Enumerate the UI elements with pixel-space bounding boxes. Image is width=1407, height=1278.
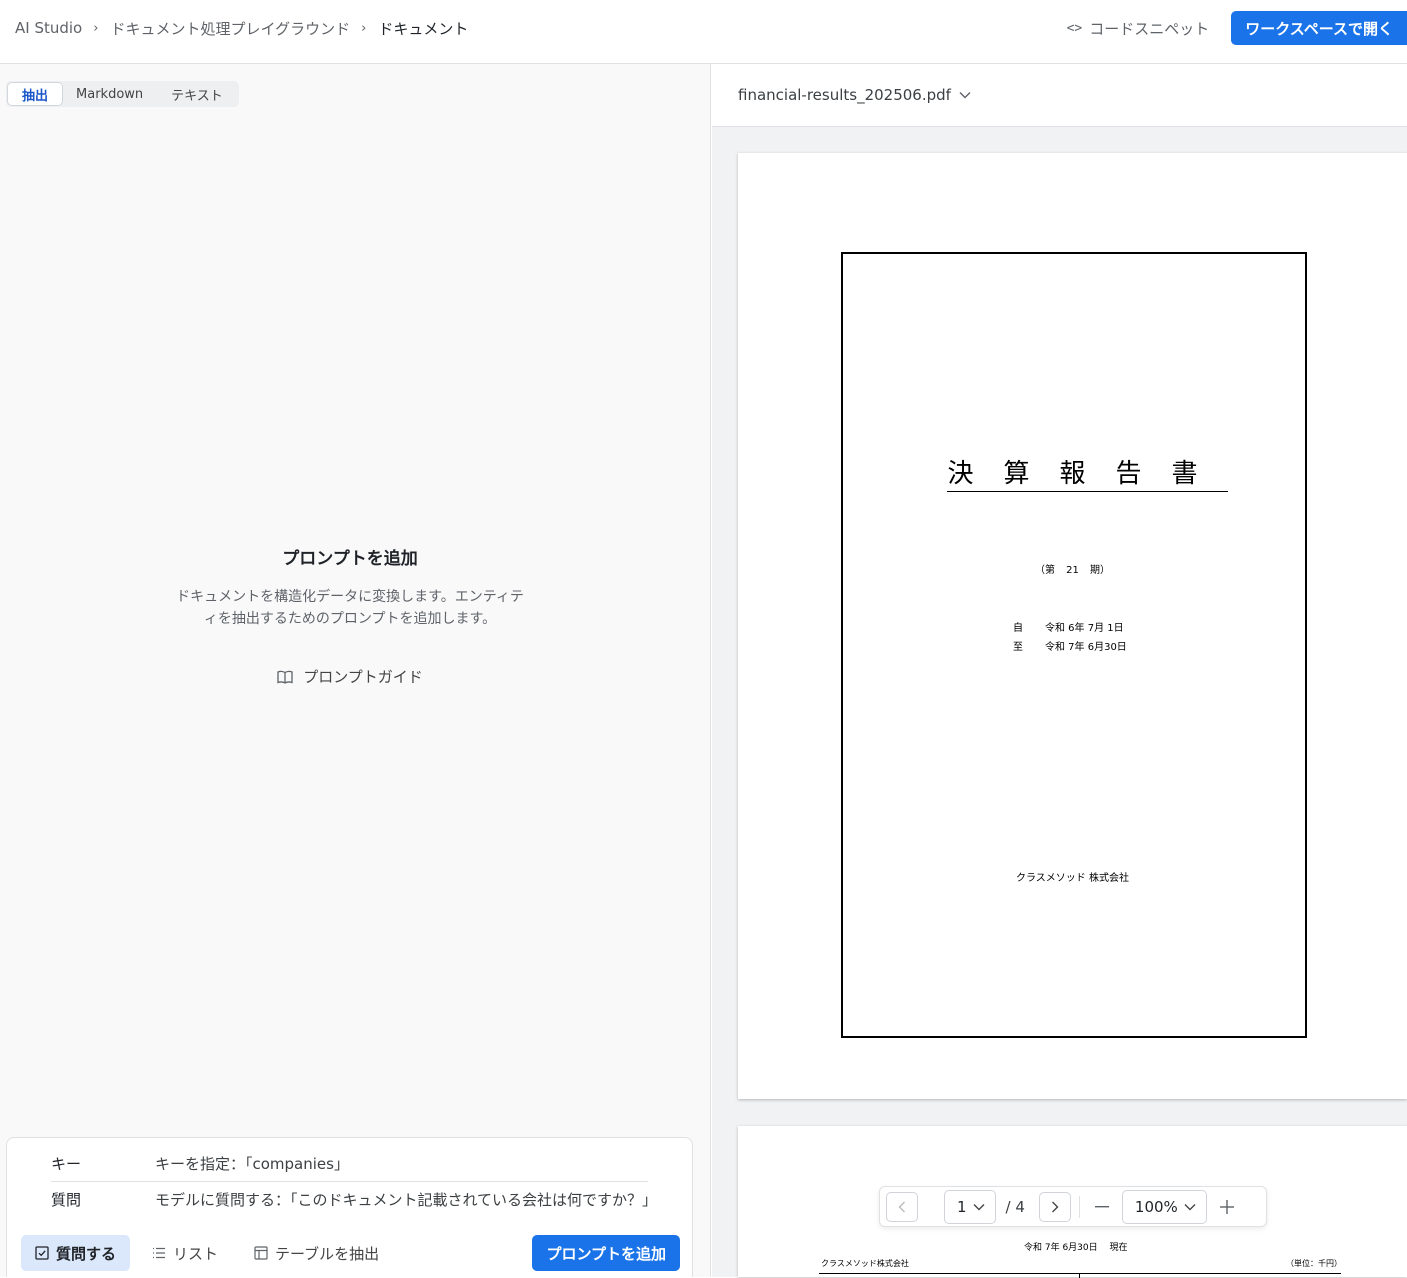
book-icon	[277, 670, 293, 684]
page-total: / 4	[1005, 1197, 1025, 1216]
checkbox-icon	[35, 1246, 49, 1260]
cover-company: クラスメソッド 株式会社	[1016, 873, 1129, 884]
chevron-right-icon: ›	[361, 20, 367, 36]
breadcrumb: AI Studio › ドキュメント処理プレイグラウンド › ドキュメント	[15, 0, 468, 56]
chevron-down-icon	[1184, 1203, 1196, 1210]
code-snippet-button[interactable]: <> コードスニペット	[1067, 18, 1210, 39]
list-icon	[153, 1247, 166, 1259]
question-label: 質問	[51, 1190, 82, 1209]
chevron-right-icon	[1051, 1201, 1059, 1212]
table-icon	[254, 1246, 268, 1260]
page2-table-top	[819, 1273, 1341, 1278]
code-icon: <>	[1066, 20, 1083, 36]
prompt-type-actions: 質問する リスト テーブルを抽出 プロンプトを追加	[21, 1235, 680, 1271]
breadcrumb-ai-studio[interactable]: AI Studio	[15, 19, 82, 37]
page2-unit: （単位：千円）	[1286, 1259, 1342, 1268]
file-selector[interactable]: financial-results_202506.pdf	[712, 64, 1407, 127]
breadcrumb-playground[interactable]: ドキュメント処理プレイグラウンド	[110, 18, 350, 39]
zoom-select[interactable]: 100%	[1121, 1189, 1207, 1224]
cover-period: （第 21 期）	[1034, 565, 1111, 576]
list-button[interactable]: リスト	[138, 1235, 232, 1271]
next-page-button[interactable]	[1038, 1191, 1071, 1222]
extraction-panel: 抽出 Markdown テキスト プロンプトを追加 ドキュメントを構造化データに…	[0, 64, 711, 1277]
code-snippet-label: コードスニペット	[1089, 19, 1210, 38]
minus-icon	[1094, 1205, 1109, 1207]
prompt-guide-label: プロンプトガイド	[303, 668, 423, 686]
cover-title: 決算報告書	[738, 453, 1407, 492]
page-controls: 1 / 4 100%	[879, 1186, 1267, 1227]
open-workspace-button[interactable]: ワークスペースで開く	[1231, 11, 1407, 45]
tab-extract[interactable]: 抽出	[8, 83, 63, 105]
add-prompt-button[interactable]: プロンプトを追加	[532, 1235, 680, 1271]
page2-date: 令和 7年 6月30日 現在	[1024, 1243, 1128, 1253]
list-label: リスト	[173, 1244, 219, 1263]
extract-table-button[interactable]: テーブルを抽出	[240, 1235, 393, 1271]
page2-company: クラスメソッド株式会社	[821, 1259, 909, 1268]
tab-text[interactable]: テキスト	[157, 83, 237, 105]
chevron-down-icon	[973, 1203, 985, 1210]
prompt-composer: キー キーを指定：「companies」 質問 モデルに質問する：「このドキュメ…	[6, 1137, 693, 1277]
question-row: 質問 モデルに質問する：「このドキュメント記載されている会社は何ですか？」	[51, 1181, 648, 1217]
prompt-guide-link[interactable]: プロンプトガイド	[0, 666, 700, 687]
cover-from-date: 自令和 6年 7月 1日	[1013, 623, 1124, 634]
zoom-level: 100%	[1134, 1197, 1178, 1216]
chevron-left-icon	[898, 1201, 905, 1212]
ask-question-label: 質問する	[56, 1244, 117, 1263]
current-page: 1	[957, 1197, 967, 1216]
prev-page-button[interactable]	[886, 1191, 918, 1222]
top-bar: AI Studio › ドキュメント処理プレイグラウンド › ドキュメント <>…	[0, 0, 1407, 64]
zoom-in-button[interactable]	[1213, 1192, 1241, 1222]
extract-table-label: テーブルを抽出	[275, 1244, 380, 1263]
pdf-page-1: 決算報告書 （第 21 期） 自令和 6年 7月 1日 至令和 7年 6月30日…	[738, 153, 1407, 1099]
mode-tabs: 抽出 Markdown テキスト	[6, 81, 239, 107]
chevron-right-icon: ›	[93, 20, 99, 36]
ask-question-button[interactable]: 質問する	[21, 1235, 131, 1271]
tab-markdown[interactable]: Markdown	[62, 83, 157, 105]
plus-icon	[1219, 1199, 1234, 1214]
empty-state-title: プロンプトを追加	[282, 549, 418, 569]
empty-state-description: ドキュメントを構造化データに変換します。エンティティを抽出するためのプロンプトを…	[176, 589, 524, 627]
breadcrumb-current: ドキュメント	[378, 19, 469, 38]
question-input[interactable]: モデルに質問する：「このドキュメント記載されている会社は何ですか？」	[155, 1189, 648, 1210]
zoom-out-button[interactable]	[1088, 1192, 1116, 1222]
key-input[interactable]: キーを指定：「companies」	[155, 1153, 648, 1174]
page-select[interactable]: 1	[944, 1189, 996, 1224]
file-name: financial-results_202506.pdf	[738, 86, 951, 104]
document-viewer: financial-results_202506.pdf 決算報告書 （第 21…	[712, 64, 1407, 1278]
key-row: キー キーを指定：「companies」	[51, 1146, 648, 1182]
key-label: キー	[51, 1155, 82, 1173]
cover-to-date: 至令和 7年 6月30日	[1013, 642, 1127, 653]
divider	[1078, 1195, 1080, 1218]
chevron-down-icon	[959, 92, 971, 99]
empty-state: プロンプトを追加 ドキュメントを構造化データに変換します。エンティティを抽出する…	[0, 544, 700, 687]
